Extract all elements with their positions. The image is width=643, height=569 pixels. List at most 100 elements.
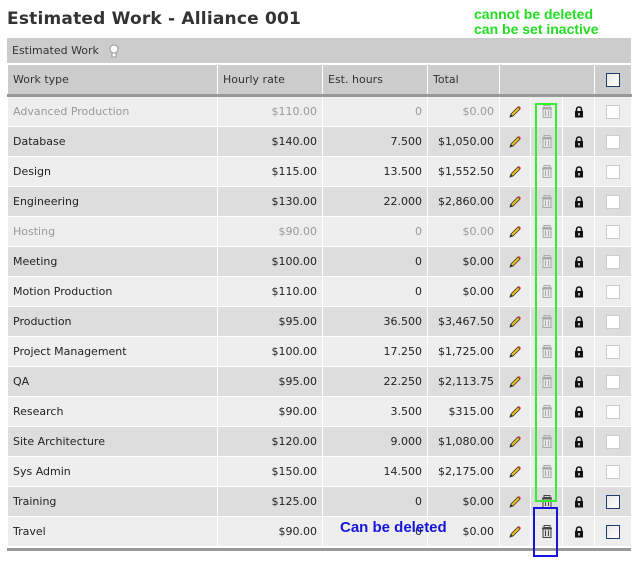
cell-total: $1,080.00: [427, 426, 500, 457]
row-select-cell: [594, 306, 633, 337]
edit-button[interactable]: [499, 126, 531, 157]
trash-icon: [532, 345, 562, 358]
lock-icon: [564, 165, 594, 178]
edit-button[interactable]: [499, 336, 531, 367]
column-header-total[interactable]: Total: [427, 64, 500, 97]
lock-button[interactable]: [561, 336, 596, 367]
trash-icon: [532, 435, 562, 448]
lock-button[interactable]: [561, 306, 596, 337]
lock-button[interactable]: [561, 396, 596, 427]
delete-button: [530, 336, 563, 367]
table-row: Design $115.00 13.500 $1,552.50: [7, 156, 633, 187]
row-checkbox[interactable]: [606, 164, 621, 179]
work-type-table: Work type Hourly rate Est. hours Total A…: [7, 64, 633, 547]
edit-button[interactable]: [499, 276, 531, 307]
edit-button[interactable]: [499, 95, 531, 127]
table-row: Database $140.00 7.500 $1,050.00: [7, 126, 633, 157]
table-row: Training $125.00 0 $0.00: [7, 486, 633, 517]
edit-button[interactable]: [499, 306, 531, 337]
lock-button[interactable]: [561, 516, 596, 547]
edit-button[interactable]: [499, 426, 531, 457]
table-row: Production $95.00 36.500 $3,467.50: [7, 306, 633, 337]
delete-button: [530, 126, 563, 157]
row-checkbox[interactable]: [606, 494, 621, 509]
pencil-icon: [501, 525, 530, 539]
delete-button[interactable]: [530, 516, 563, 547]
cell-hourly-rate: $150.00: [217, 456, 323, 487]
row-checkbox[interactable]: [606, 104, 621, 119]
lock-button[interactable]: [561, 216, 596, 247]
pencil-icon: [501, 315, 530, 329]
lock-button[interactable]: [561, 186, 596, 217]
row-checkbox[interactable]: [606, 254, 621, 269]
row-checkbox[interactable]: [606, 374, 621, 389]
lock-button[interactable]: [561, 276, 596, 307]
cell-est-hours: 17.250: [322, 336, 428, 367]
edit-button[interactable]: [499, 186, 531, 217]
select-all-checkbox[interactable]: [606, 72, 621, 87]
row-checkbox[interactable]: [606, 404, 621, 419]
row-checkbox[interactable]: [606, 524, 621, 539]
row-checkbox[interactable]: [606, 464, 621, 479]
edit-button[interactable]: [499, 366, 531, 397]
row-checkbox[interactable]: [606, 434, 621, 449]
cell-total: $2,113.75: [427, 366, 500, 397]
edit-button[interactable]: [499, 156, 531, 187]
section-caption: Estimated Work: [12, 44, 99, 57]
pencil-icon: [501, 375, 530, 389]
lock-button[interactable]: [561, 126, 596, 157]
lock-button[interactable]: [561, 486, 596, 517]
lock-button[interactable]: [561, 366, 596, 397]
trash-icon: [532, 225, 562, 238]
lock-button[interactable]: [561, 95, 596, 127]
row-checkbox[interactable]: [606, 134, 621, 149]
edit-button[interactable]: [499, 486, 531, 517]
annotation-can-delete: Can be deleted: [340, 519, 447, 536]
row-select-cell: [594, 156, 633, 187]
edit-button[interactable]: [499, 456, 531, 487]
table-row: Sys Admin $150.00 14.500 $2,175.00: [7, 456, 633, 487]
row-checkbox[interactable]: [606, 224, 621, 239]
lightbulb-icon[interactable]: [109, 44, 119, 58]
cell-est-hours: 0: [322, 246, 428, 277]
cell-work-type: Database: [7, 126, 218, 157]
cell-est-hours: 0: [322, 486, 428, 517]
edit-button[interactable]: [499, 246, 531, 277]
cell-work-type: Design: [7, 156, 218, 187]
row-checkbox[interactable]: [606, 194, 621, 209]
pencil-icon: [501, 495, 530, 509]
lock-icon: [564, 135, 594, 148]
trash-icon: [532, 405, 562, 418]
cell-total: $0.00: [427, 246, 500, 277]
page-title: Estimated Work - Alliance 001: [7, 9, 302, 29]
column-header-work-type[interactable]: Work type: [7, 64, 218, 97]
delete-button[interactable]: [530, 486, 563, 517]
table-row: Hosting $90.00 0 $0.00: [7, 216, 633, 247]
edit-button[interactable]: [499, 516, 531, 547]
edit-button[interactable]: [499, 216, 531, 247]
edit-button[interactable]: [499, 396, 531, 427]
trash-icon: [532, 105, 562, 118]
row-checkbox[interactable]: [606, 284, 621, 299]
row-select-cell: [594, 426, 633, 457]
cell-est-hours: 22.000: [322, 186, 428, 217]
row-checkbox[interactable]: [606, 344, 621, 359]
table-row: Travel $90.00 0 $0.00: [7, 516, 633, 547]
column-header-hourly-rate[interactable]: Hourly rate: [217, 64, 323, 97]
cell-total: $2,860.00: [427, 186, 500, 217]
lock-button[interactable]: [561, 246, 596, 277]
lock-button[interactable]: [561, 156, 596, 187]
row-select-cell: [594, 126, 633, 157]
cell-hourly-rate: $110.00: [217, 276, 323, 307]
column-header-est-hours[interactable]: Est. hours: [322, 64, 428, 97]
row-checkbox[interactable]: [606, 314, 621, 329]
cell-est-hours: 13.500: [322, 156, 428, 187]
cell-hourly-rate: $130.00: [217, 186, 323, 217]
cell-total: $2,175.00: [427, 456, 500, 487]
cell-work-type: Production: [7, 306, 218, 337]
lock-button[interactable]: [561, 456, 596, 487]
cell-work-type: Research: [7, 396, 218, 427]
cell-work-type: Travel: [7, 516, 218, 547]
lock-button[interactable]: [561, 426, 596, 457]
cell-total: $3,467.50: [427, 306, 500, 337]
